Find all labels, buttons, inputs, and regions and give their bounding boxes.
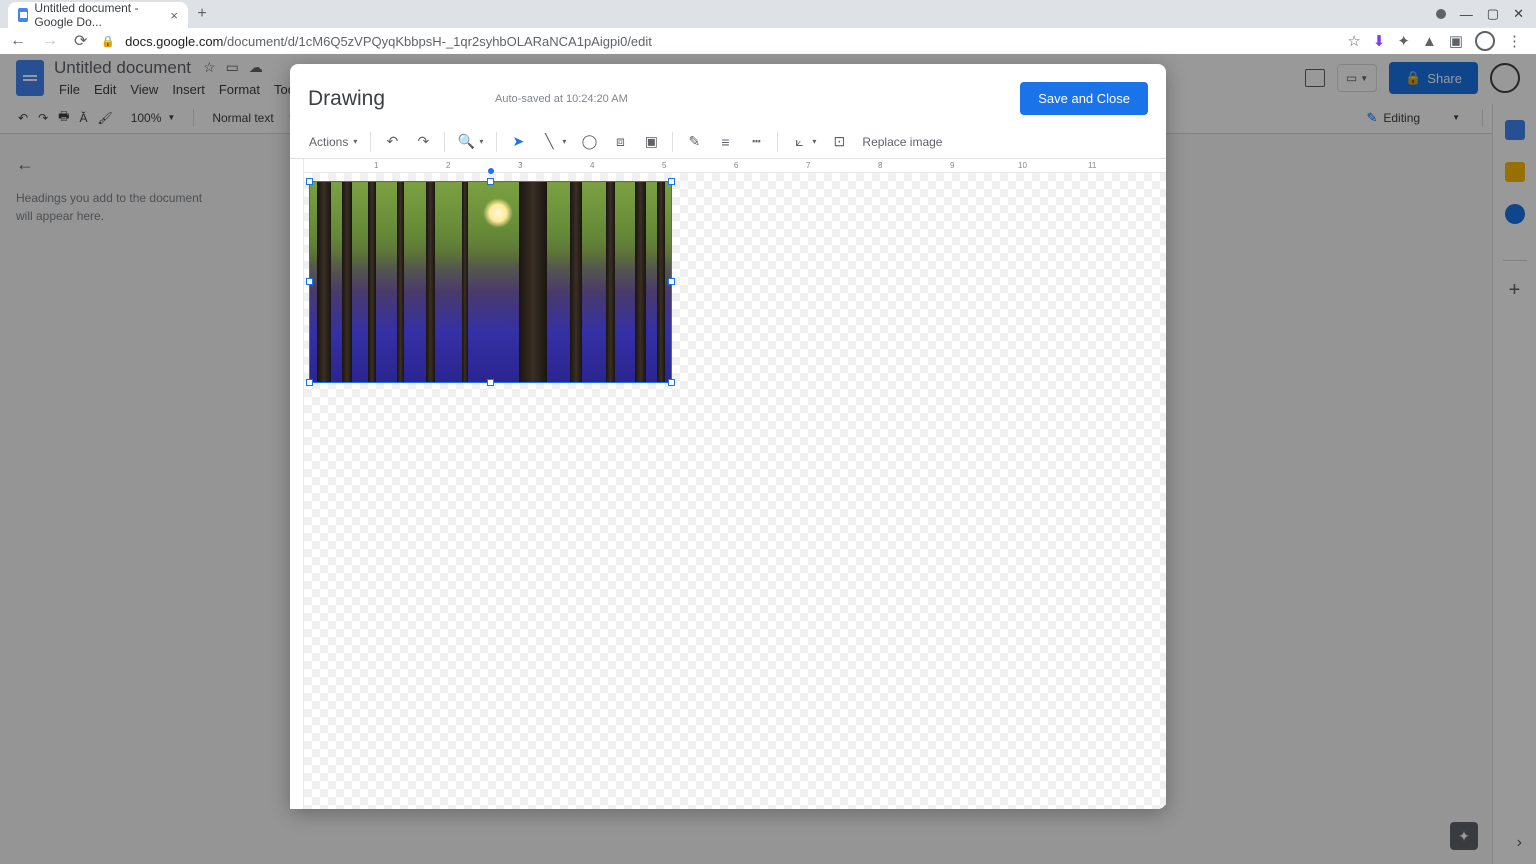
close-tab-icon[interactable]: × — [170, 8, 178, 23]
tab-title: Untitled document - Google Do... — [34, 1, 164, 29]
forward-icon[interactable]: → — [42, 32, 58, 50]
url-domain: docs.google.com — [125, 34, 223, 49]
omnibox-actions: ☆ ⬇ ✦ ▲ ▣ ⋮ — [1347, 31, 1526, 51]
resize-handle-w[interactable] — [306, 278, 313, 285]
star-icon[interactable]: ☆ — [1347, 32, 1360, 50]
browser-chrome: Untitled document - Google Do... × + — ▢… — [0, 0, 1536, 54]
resize-handle-se[interactable] — [668, 379, 675, 386]
save-and-close-button[interactable]: Save and Close — [1020, 82, 1148, 115]
address-bar: ← → ⟳ 🔒 docs.google.com/document/d/1cM6Q… — [0, 28, 1536, 54]
docs-favicon — [18, 8, 28, 22]
url-path: /document/d/1cM6Q5zVPQyqKbbpsH-_1qr2syhb… — [223, 34, 652, 49]
browser-tab[interactable]: Untitled document - Google Do... × — [8, 2, 188, 28]
vertical-ruler — [290, 159, 304, 809]
resize-handle-nw[interactable] — [306, 178, 313, 185]
zoom-drawing-icon[interactable]: 🔍▾ — [453, 130, 488, 154]
extensions-icon[interactable]: ✦ — [1397, 32, 1410, 50]
replace-image-button[interactable]: Replace image — [857, 131, 947, 153]
url-bar[interactable]: 🔒 docs.google.com/document/d/1cM6Q5zVPQy… — [101, 34, 1333, 49]
kebab-menu-icon[interactable]: ⋮ — [1507, 32, 1522, 50]
actions-menu[interactable]: Actions▾ — [304, 131, 362, 153]
line-tool-icon[interactable]: ╲▾ — [536, 130, 571, 154]
forest-image-content — [310, 182, 671, 382]
shape-tool-icon[interactable]: ◯ — [576, 130, 602, 154]
selected-image[interactable] — [309, 181, 672, 383]
close-window-icon[interactable]: ✕ — [1513, 6, 1524, 22]
image-tool-icon[interactable]: ▣ — [638, 130, 664, 154]
horizontal-ruler: 1 2 3 4 5 6 7 8 9 10 11 — [304, 159, 1166, 173]
resize-handle-n[interactable] — [487, 178, 494, 185]
border-dash-icon[interactable]: ┅ — [743, 130, 769, 154]
profile-icon[interactable] — [1475, 31, 1495, 51]
drawing-dialog: Drawing Auto-saved at 10:24:20 AM Save a… — [290, 64, 1166, 809]
drawing-toolbar: Actions▾ ↶ ↷ 🔍▾ ➤ ╲▾ ◯ ⧈ ▣ ✎ ≡ ┅ ⟀▾ ⊡ Re… — [290, 125, 1166, 159]
resize-handle-sw[interactable] — [306, 379, 313, 386]
reload-icon[interactable]: ⟳ — [74, 31, 87, 51]
drawing-canvas-area: 1 2 3 4 5 6 7 8 9 10 11 — [290, 159, 1166, 809]
image-options-icon[interactable]: ⊡ — [826, 130, 852, 154]
minimize-icon[interactable]: — — [1460, 7, 1473, 22]
maximize-icon[interactable]: ▢ — [1487, 6, 1499, 22]
back-icon[interactable]: ← — [10, 32, 26, 50]
border-color-icon[interactable]: ✎ — [681, 130, 707, 154]
window-controls: — ▢ ✕ — [1424, 0, 1536, 28]
extension-icon-1[interactable]: ⬇ — [1373, 32, 1386, 50]
tab-bar: Untitled document - Google Do... × + — ▢… — [0, 0, 1536, 28]
drawing-title: Drawing — [308, 87, 385, 111]
drawing-header: Drawing Auto-saved at 10:24:20 AM Save a… — [290, 64, 1166, 125]
select-tool-icon[interactable]: ➤ — [505, 130, 531, 154]
undo-drawing-icon[interactable]: ↶ — [379, 130, 405, 154]
resize-handle-ne[interactable] — [668, 178, 675, 185]
textbox-tool-icon[interactable]: ⧈ — [607, 130, 633, 154]
extension-icon-2[interactable]: ▲ — [1422, 33, 1437, 50]
border-weight-icon[interactable]: ≡ — [712, 130, 738, 154]
crop-tool-icon[interactable]: ⟀▾ — [786, 130, 821, 154]
resize-handle-e[interactable] — [668, 278, 675, 285]
autosave-status: Auto-saved at 10:24:20 AM — [495, 93, 628, 105]
new-tab-button[interactable]: + — [188, 0, 216, 28]
redo-drawing-icon[interactable]: ↷ — [410, 130, 436, 154]
reader-icon[interactable]: ▣ — [1449, 32, 1463, 50]
record-icon[interactable] — [1436, 9, 1446, 19]
nav-buttons: ← → ⟳ — [10, 31, 87, 51]
lock-icon: 🔒 — [101, 35, 115, 48]
resize-handle-s[interactable] — [487, 379, 494, 386]
rotate-handle[interactable] — [488, 168, 494, 174]
drawing-canvas[interactable] — [304, 173, 1166, 809]
